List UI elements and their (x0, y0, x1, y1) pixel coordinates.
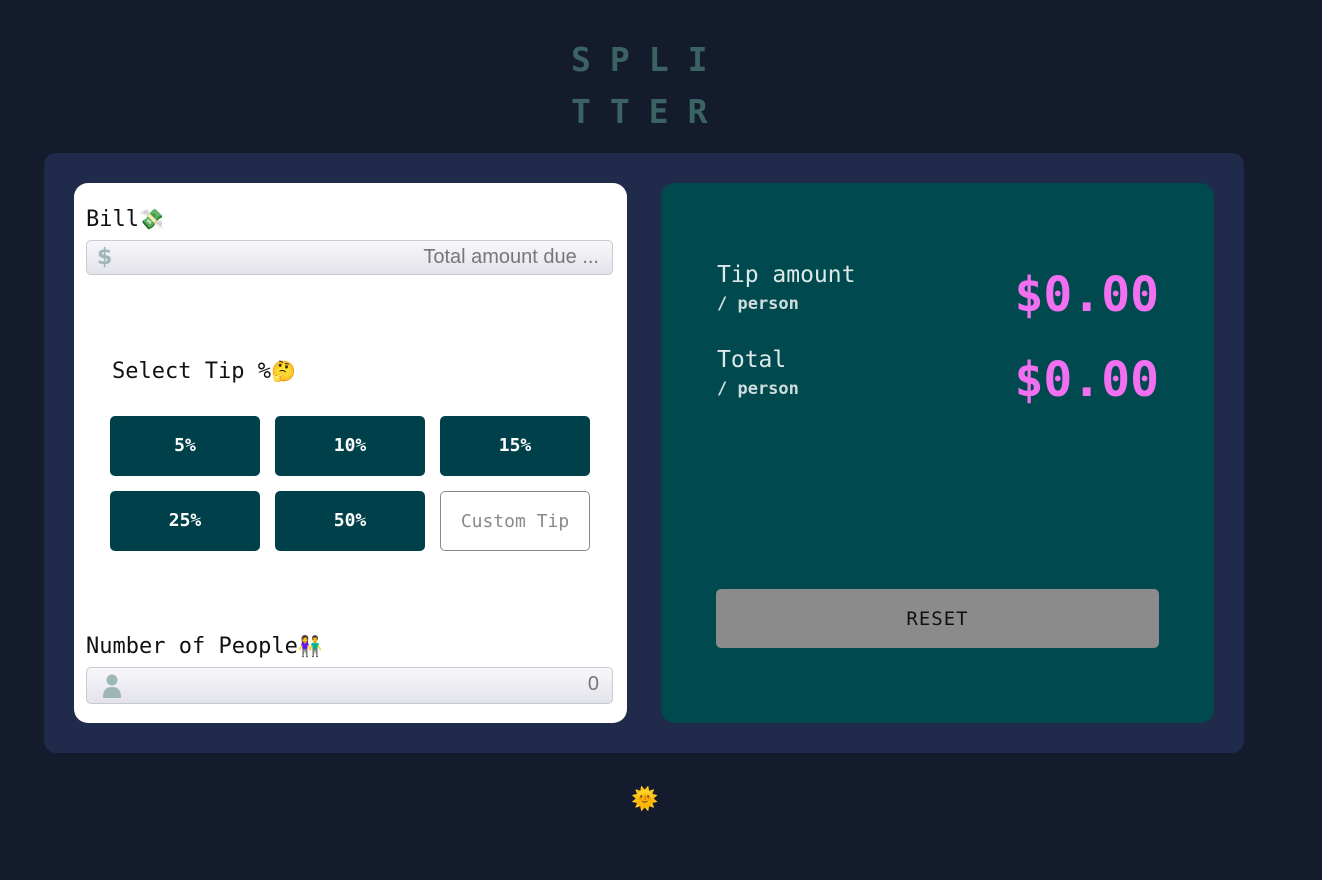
bill-label-text: Bill (86, 207, 139, 232)
people-label-text: Number of People (86, 634, 298, 659)
people-field (86, 667, 613, 704)
bill-input[interactable] (127, 241, 599, 274)
total-value: $0.00 (1014, 352, 1160, 408)
bill-label: Bill💸 (86, 207, 164, 232)
reset-button[interactable]: RESET (716, 589, 1159, 648)
couple-emoji-icon: 👫 (297, 634, 323, 658)
logo-line-2: TTER (571, 92, 727, 131)
dollar-icon: $ (97, 245, 113, 270)
person-icon (102, 674, 122, 698)
tip-section-label: Select Tip %🤔 (112, 359, 296, 384)
tip-amount-per-person: / person (717, 294, 799, 314)
app-logo: SPLI TTER (571, 34, 751, 138)
calculator-card: Bill💸 $ Select Tip %🤔 5% 10% 15% 25% 50%… (44, 153, 1244, 753)
tip-50-button[interactable]: 50% (275, 491, 425, 551)
tip-amount-label: Tip amount (717, 262, 856, 288)
total-per-person: / person (717, 379, 799, 399)
tip-10-button[interactable]: 10% (275, 416, 425, 476)
bill-field: $ (86, 240, 613, 275)
theme-toggle-sun-icon[interactable]: 🌞 (631, 787, 658, 812)
tip-label-text: Select Tip % (112, 359, 271, 384)
input-panel: Bill💸 $ Select Tip %🤔 5% 10% 15% 25% 50%… (74, 183, 627, 723)
tip-amount-value: $0.00 (1014, 267, 1160, 323)
thinking-emoji-icon: 🤔 (270, 359, 296, 383)
total-label: Total (717, 347, 787, 373)
tip-5-button[interactable]: 5% (110, 416, 260, 476)
tip-15-button[interactable]: 15% (440, 416, 590, 476)
results-panel: Tip amount / person $0.00 Total / person… (661, 183, 1214, 723)
money-emoji-icon: 💸 (138, 207, 164, 231)
custom-tip-input[interactable] (440, 491, 590, 551)
tip-25-button[interactable]: 25% (110, 491, 260, 551)
logo-line-1: SPLI (571, 40, 727, 79)
people-input[interactable] (127, 668, 599, 701)
people-label: Number of People👫 (86, 634, 323, 659)
